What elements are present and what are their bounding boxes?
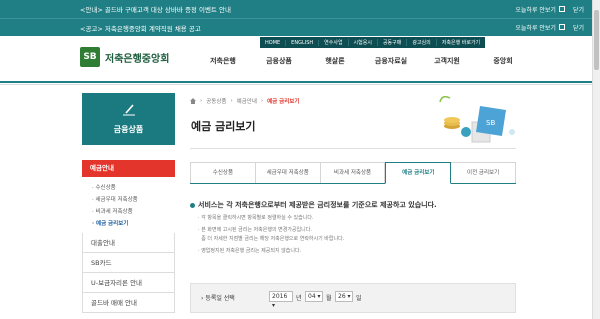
year-unit: 년 <box>296 295 302 302</box>
submenu-tax-free[interactable]: · 비과세 저축상품 <box>92 206 175 218</box>
nav-savings-bank[interactable]: 저축은행 <box>195 56 251 66</box>
month-unit: 월 <box>326 295 332 302</box>
utility-english[interactable]: ENGLISH <box>286 39 320 46</box>
breadcrumb-item[interactable]: 예금안내 <box>237 97 257 105</box>
deposit-tabs: 수신상품 세금우대 저축상품 비과세 저축상품 예금 금리보기 이전 금리보기 <box>190 162 516 184</box>
home-icon[interactable] <box>190 98 196 104</box>
breadcrumb-item[interactable]: 공동상품 <box>206 97 226 105</box>
tab-interest-rates[interactable]: 예금 금리보기 <box>385 162 452 184</box>
bullet-icon <box>190 202 195 208</box>
nav-divider <box>0 84 592 85</box>
tab-deposit-products[interactable]: 수신상품 <box>190 162 256 183</box>
site-header: SB 저축은행중앙회 HOME ENGLISH 연수사업 시험응시 공동구매 광… <box>0 37 592 81</box>
submenu-label: 비과세 저축상품 <box>95 209 133 215</box>
notice-bar: <안내> 골드바 구매고객 대상 상바바 증정 이벤트 안내 오늘하루 안보기 … <box>0 0 592 18</box>
year-select[interactable]: 2016 ▾ <box>269 291 293 309</box>
date-filter: › 등록일 선택 2016 ▾ 년 04 ▾ 월 26 ▾ 일 <box>190 283 516 313</box>
note-item: · 각 항목을 클릭하시면 항목별로 정렬하실 수 있습니다. <box>198 215 314 221</box>
side-submenu: · 수신상품 · 세금우대 저축상품 · 비과세 저축상품 · 예금 금리보기 <box>82 177 175 233</box>
tab-tax-benefit[interactable]: 세금우대 저축상품 <box>255 162 321 183</box>
dont-show-label: 오늘하루 안보기 <box>515 6 556 14</box>
month-value: 04 <box>308 293 316 300</box>
nav-customer-support[interactable]: 고객지원 <box>419 56 475 66</box>
dont-show-today[interactable]: 오늘하루 안보기 <box>515 5 565 14</box>
submenu-deposit-products[interactable]: · 수신상품 <box>92 182 175 194</box>
utility-exam[interactable]: 시험응시 <box>349 39 378 46</box>
nav-sunshine-loan[interactable]: 햇살론 <box>307 56 363 66</box>
note-text: 영업정지된 저축은행 금리는 제공되지 않습니다. <box>201 248 302 254</box>
pen-icon <box>123 104 135 116</box>
logo-name: 저축은행중앙회 <box>105 53 170 65</box>
checkbox[interactable] <box>558 5 565 12</box>
nav-financial-data[interactable]: 금융자료실 <box>363 56 419 66</box>
service-intro: 서비스는 각 저축은행으로부터 제공받은 금리정보를 기준으로 제공하고 있습니… <box>190 200 437 210</box>
side-banner-title: 금융상품 <box>113 125 144 134</box>
side-menu-loan[interactable]: 대출안내 <box>82 233 175 253</box>
title-divider <box>190 148 516 149</box>
side-menu-u-loan[interactable]: U-보금자리론 안내 <box>82 273 175 293</box>
checkbox[interactable] <box>558 24 565 30</box>
utility-group-buy[interactable]: 공동구매 <box>378 39 408 46</box>
submenu-interest-rates[interactable]: · 예금 금리보기 <box>92 218 175 230</box>
notice-text[interactable]: <공고> 저축은행중앙회 계약직원 채용 공고 <box>80 23 201 33</box>
utility-training[interactable]: 연수사업 <box>319 39 349 46</box>
utility-ad-review[interactable]: 광고심의 <box>407 39 437 46</box>
breadcrumb-sep: › <box>260 98 264 104</box>
intro-text: 서비스는 각 저축은행으로부터 제공받은 금리정보를 기준으로 제공하고 있습니… <box>198 201 437 209</box>
month-select[interactable]: 04 ▾ <box>305 291 323 302</box>
day-select[interactable]: 26 ▾ <box>335 291 353 302</box>
dont-show-today[interactable]: 오늘하루 안보기 <box>515 23 565 32</box>
utility-bank-shortcut[interactable]: 저축은행 바로가기 <box>437 39 485 46</box>
close-link[interactable]: 닫기 <box>573 23 584 32</box>
side-menu: 예금안내 · 수신상품 · 세금우대 저축상품 · 비과세 저축상품 · 예금 … <box>82 160 175 313</box>
breadcrumb-current: 예금 금리보기 <box>267 99 300 105</box>
dont-show-label: 오늘하루 안보기 <box>515 25 556 32</box>
breadcrumb-sep: › <box>230 98 233 104</box>
nav-divider <box>0 81 592 83</box>
side-menu-sb-card[interactable]: SB카드 <box>82 253 175 273</box>
submenu-label: 예금 금리보기 <box>96 221 129 227</box>
breadcrumb-sep: › <box>200 98 203 104</box>
submenu-label: 세금우대 저축상품 <box>95 197 138 203</box>
scrollbar-thumb[interactable] <box>594 10 599 70</box>
submenu-label: 수신상품 <box>95 185 116 191</box>
day-unit: 일 <box>356 295 362 302</box>
notice-bar: <공고> 저축은행중앙회 계약직원 채용 공고 오늘하루 안보기 닫기 <box>0 18 592 36</box>
close-link[interactable]: 닫기 <box>573 5 584 14</box>
main-nav: 저축은행 금융상품 햇살론 금융자료실 고객지원 중앙회 <box>195 56 531 66</box>
nav-financial-products[interactable]: 금융상품 <box>251 56 307 66</box>
notes-list: · 각 항목을 클릭하시면 항목별로 정렬하실 수 있습니다. · 본 화면에 … <box>198 214 344 256</box>
logo-mark: SB <box>80 47 100 67</box>
note-text: 각 항목을 클릭하시면 항목별로 정렬하실 수 있습니다. <box>201 215 314 221</box>
svg-text:SB: SB <box>486 119 495 127</box>
note-item: · 영업정지된 저축은행 금리는 제공되지 않습니다. <box>198 248 302 254</box>
day-value: 26 <box>338 293 346 300</box>
notice-text[interactable]: <안내> 골드바 구매고객 대상 상바바 증정 이벤트 안내 <box>80 4 231 14</box>
nav-association[interactable]: 중앙회 <box>475 56 531 66</box>
side-banner: 금융상품 <box>82 93 175 145</box>
side-menu-gold-bar[interactable]: 골드바 매매 안내 <box>82 293 175 313</box>
submenu-tax-benefit[interactable]: · 세금우대 저축상품 <box>92 194 175 206</box>
note-item: 좀 더 자세한 지점별 금리는 해당 저축은행으로 연락하시기 바랍니다. <box>198 235 344 244</box>
coins-passbook-illustration: SB <box>439 95 515 143</box>
logo[interactable]: SB 저축은행중앙회 <box>80 47 169 67</box>
page-title: 예금 금리보기 <box>191 120 256 133</box>
note-text: 본 화면에 고시된 금리는 저축은행의 변경가공입니다. <box>201 227 312 233</box>
scrollbar[interactable] <box>592 0 600 319</box>
date-label: › 등록일 선택 <box>201 295 235 302</box>
year-value: 2016 <box>272 293 288 300</box>
note-item: · 본 화면에 고시된 금리는 저축은행의 변경가공입니다. <box>198 227 312 233</box>
utility-links: HOME ENGLISH 연수사업 시험응시 공동구매 광고심의 저축은행 바로… <box>260 37 486 48</box>
side-menu-deposit-guide[interactable]: 예금안내 <box>82 160 175 177</box>
utility-home[interactable]: HOME <box>260 39 287 46</box>
note-text: 좀 더 자세한 지점별 금리는 해당 저축은행으로 연락하시기 바랍니다. <box>201 236 345 242</box>
breadcrumb: › 공동상품 › 예금안내 › 예금 금리보기 <box>190 97 299 105</box>
tab-tax-free[interactable]: 비과세 저축상품 <box>320 162 386 183</box>
date-label-text: 등록일 선택 <box>205 295 235 302</box>
tab-previous-rates[interactable]: 이전 금리보기 <box>451 162 516 183</box>
